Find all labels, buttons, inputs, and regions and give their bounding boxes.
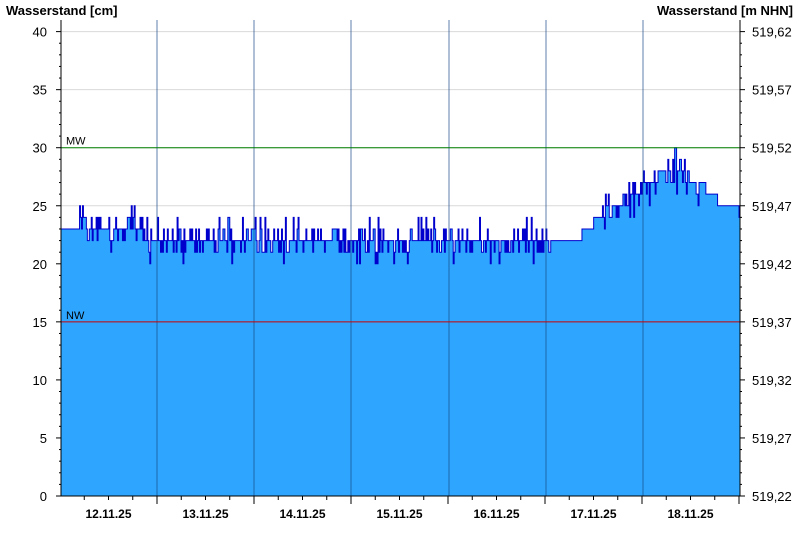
left-tick-label: 15 — [33, 315, 47, 330]
right-tick-label: 519,32 — [752, 373, 792, 388]
left-tick-label: 0 — [40, 489, 47, 504]
left-tick-label: 25 — [33, 199, 47, 214]
date-label: 12.11.25 — [85, 507, 131, 521]
right-axis-title: Wasserstand [m NHN] — [657, 3, 793, 18]
right-tick-label: 519,42 — [752, 257, 792, 272]
water-level-chart: MW NW 0 519,22 5 519,27 10 519,32 15 519,37 20 519… — [0, 0, 800, 550]
right-tick-label: 519,57 — [752, 83, 792, 98]
left-tick-label: 5 — [40, 431, 47, 446]
right-tick-label: 519,47 — [752, 199, 792, 214]
left-tick-label: 10 — [33, 373, 47, 388]
date-label: 15.11.25 — [376, 507, 422, 521]
right-tick-label: 519,52 — [752, 141, 792, 156]
left-tick-label: 35 — [33, 83, 47, 98]
right-tick-label: 519,22 — [752, 489, 792, 504]
right-tick-label: 519,37 — [752, 315, 792, 330]
date-label: 17.11.25 — [570, 507, 616, 521]
right-tick-label: 519,62 — [752, 25, 792, 40]
left-tick-label: 30 — [33, 141, 47, 156]
left-axis-title: Wasserstand [cm] — [6, 3, 118, 18]
date-label: 14.11.25 — [279, 507, 325, 521]
date-label: 16.11.25 — [473, 507, 519, 521]
reference-label-nw: NW — [66, 310, 85, 322]
date-label: 13.11.25 — [182, 507, 228, 521]
right-tick-label: 519,27 — [752, 431, 792, 446]
left-tick-label: 40 — [33, 25, 47, 40]
date-label: 18.11.25 — [667, 507, 713, 521]
reference-label-mw: MW — [66, 136, 86, 148]
left-tick-label: 20 — [33, 257, 47, 272]
